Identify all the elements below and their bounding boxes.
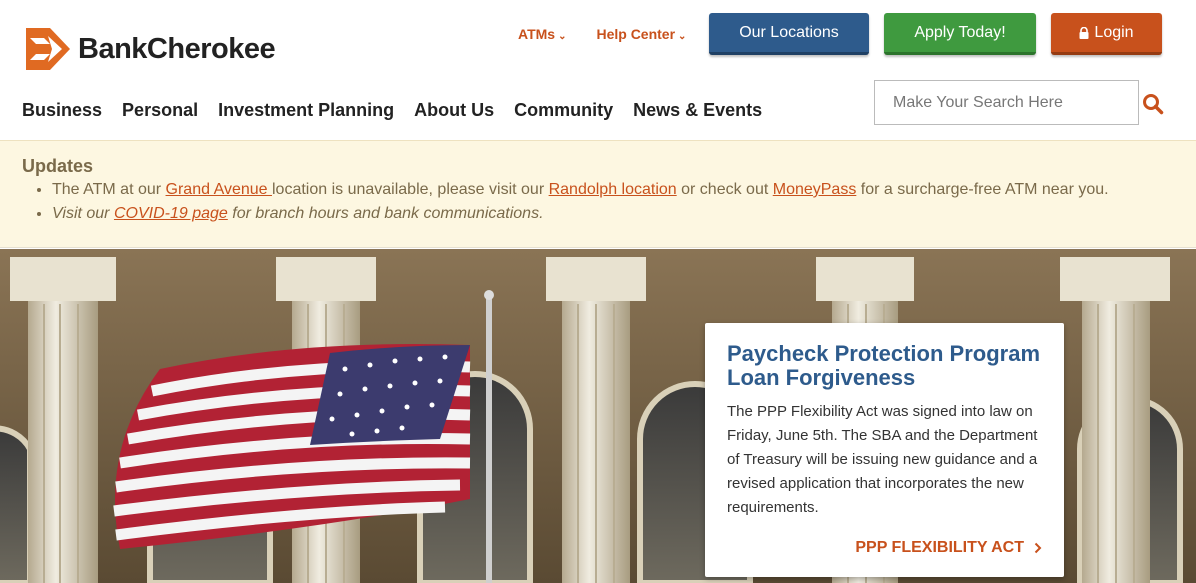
apply-today-label: Apply Today! [914, 23, 1006, 41]
update-text: for branch hours and bank communications… [227, 205, 544, 222]
site-header: BankCherokee ATMs ⌄ Help Center ⌄ Our Loca… [0, 0, 1196, 140]
help-center-label: Help Center [596, 26, 676, 42]
updates-banner: Updates The ATM at our Grand Avenue loca… [0, 140, 1196, 248]
apply-today-button[interactable]: Apply Today! [884, 13, 1036, 55]
atms-link[interactable]: ATMs ⌄ [518, 26, 566, 42]
our-locations-label: Our Locations [739, 23, 839, 41]
our-locations-button[interactable]: Our Locations [709, 13, 869, 55]
search-icon[interactable] [1142, 93, 1164, 115]
updates-title: Updates [22, 156, 94, 176]
nav-about-us[interactable]: About Us [414, 100, 494, 121]
chevron-right-icon [1034, 542, 1042, 554]
help-center-link[interactable]: Help Center ⌄ [596, 26, 686, 42]
chevron-down-icon: ⌄ [558, 31, 567, 42]
search-input[interactable] [874, 80, 1139, 125]
brand-name: BankCherokee [78, 32, 276, 65]
update-text: for a surcharge-free ATM near you. [856, 181, 1109, 198]
randolph-location-link[interactable]: Randolph location [549, 181, 677, 198]
grand-avenue-link[interactable]: Grand Avenue [166, 181, 272, 198]
moneypass-link[interactable]: MoneyPass [773, 181, 857, 198]
update-item-atm: The ATM at our Grand Avenue location is … [52, 178, 1109, 202]
card-body: The PPP Flexibility Act was signed into … [727, 403, 1038, 516]
atms-label: ATMs [518, 26, 556, 42]
updates-list: The ATM at our Grand Avenue location is … [52, 178, 1109, 226]
card-title: Paycheck Protection Program Loan Forgive… [727, 341, 1041, 390]
nav-business[interactable]: Business [22, 100, 102, 121]
update-item-covid: Visit our COVID-19 page for branch hours… [52, 202, 1109, 226]
nav-personal[interactable]: Personal [122, 100, 198, 121]
ppp-flexibility-act-link[interactable]: PPP FLEXIBILITY ACT [855, 539, 1042, 557]
update-text: or check out [676, 181, 773, 198]
covid-19-page-link[interactable]: COVID-19 page [114, 205, 228, 222]
update-text: Visit our [52, 205, 114, 222]
ppp-promo-card: Paycheck Protection Program Loan Forgive… [705, 323, 1064, 577]
chevron-down-icon: ⌄ [678, 31, 687, 42]
login-label: Login [1094, 23, 1134, 41]
login-button[interactable]: Login [1051, 13, 1162, 55]
nav-community[interactable]: Community [514, 100, 613, 121]
lock-icon [1079, 26, 1089, 39]
update-text: The ATM at our [52, 181, 166, 198]
cta-label: PPP FLEXIBILITY ACT [855, 539, 1024, 556]
bankcherokee-logo-icon [26, 28, 70, 70]
nav-investment-planning[interactable]: Investment Planning [218, 100, 394, 121]
main-nav: Business Personal Investment Planning Ab… [22, 100, 782, 121]
nav-news-events[interactable]: News & Events [633, 100, 762, 121]
update-text: location is unavailable, please visit ou… [271, 181, 549, 198]
utility-nav: ATMs ⌄ Help Center ⌄ [518, 26, 716, 42]
logo[interactable]: BankCherokee [22, 24, 276, 74]
